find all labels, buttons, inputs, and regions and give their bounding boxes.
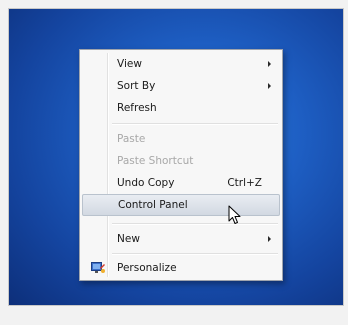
screenshot-frame: View Sort By Refresh Paste Paste Shortcu… (0, 0, 348, 325)
menu-item-new[interactable]: New (82, 228, 280, 250)
chevron-right-icon (268, 83, 271, 89)
menu-item-paste-shortcut[interactable]: Paste Shortcut (82, 150, 280, 172)
menu-item-shortcut: Ctrl+Z (227, 177, 262, 189)
chevron-right-icon (268, 61, 271, 67)
menu-item-undo-copy[interactable]: Undo Copy Ctrl+Z (82, 172, 280, 194)
menu-separator (112, 223, 278, 225)
menu-item-sort-by[interactable]: Sort By (82, 75, 280, 97)
menu-item-label: View (117, 58, 142, 70)
menu-item-paste[interactable]: Paste (82, 128, 280, 150)
menu-separator (112, 123, 278, 125)
menu-item-label: New (117, 233, 140, 245)
menu-item-label: Paste Shortcut (117, 155, 194, 167)
menu-item-personalize[interactable]: Personalize (82, 257, 280, 279)
menu-item-label: Personalize (117, 262, 177, 274)
menu-item-label: Sort By (117, 80, 156, 92)
mouse-pointer-icon (228, 205, 241, 224)
menu-item-refresh[interactable]: Refresh (82, 97, 280, 119)
desktop-background[interactable]: View Sort By Refresh Paste Paste Shortcu… (8, 8, 344, 306)
menu-item-label: Refresh (117, 102, 157, 114)
chevron-right-icon (268, 236, 271, 242)
menu-item-label: Undo Copy (117, 177, 175, 189)
menu-item-label: Paste (117, 133, 146, 145)
menu-separator (112, 253, 278, 255)
menu-item-label: Control Panel (118, 199, 188, 211)
desktop-context-menu: View Sort By Refresh Paste Paste Shortcu… (79, 49, 283, 281)
personalize-icon (91, 262, 105, 273)
menu-item-view[interactable]: View (82, 53, 280, 75)
menu-item-control-panel[interactable]: Control Panel (82, 194, 280, 216)
